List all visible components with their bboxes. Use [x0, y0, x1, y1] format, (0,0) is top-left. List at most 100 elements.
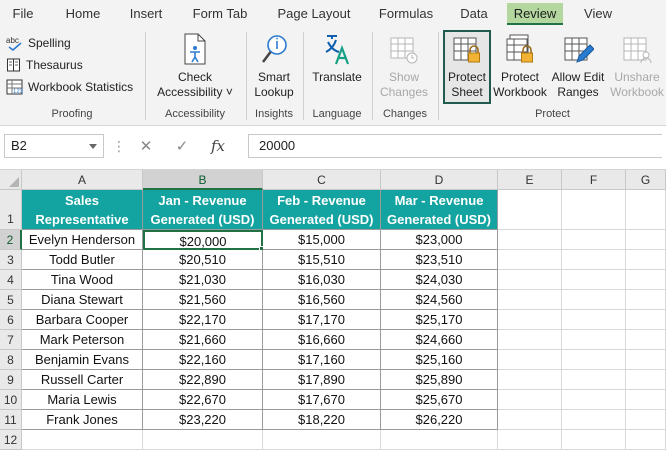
empty-cell[interactable] — [562, 250, 626, 270]
enter-icon[interactable]: ✓ — [164, 137, 200, 155]
column-header-e[interactable]: E — [498, 170, 562, 190]
spelling-button[interactable]: abc Spelling — [6, 34, 71, 52]
empty-cell[interactable] — [626, 230, 666, 250]
data-cell[interactable]: $25,160 — [381, 350, 498, 370]
header-cell-c[interactable]: Feb - Revenue Generated (USD) — [263, 190, 381, 230]
header-cell-b[interactable]: Jan - Revenue Generated (USD) — [143, 190, 263, 230]
empty-cell[interactable] — [143, 430, 263, 450]
header-cell-a[interactable]: Sales Representative — [22, 190, 143, 230]
column-header-c[interactable]: C — [263, 170, 381, 190]
formula-input[interactable]: 20000 — [248, 134, 662, 158]
empty-cell[interactable] — [498, 390, 562, 410]
unshare-workbook-button[interactable]: Unshare Workbook — [608, 32, 666, 100]
row-header-10[interactable]: 10 — [0, 390, 22, 410]
empty-cell[interactable] — [562, 370, 626, 390]
row-header-6[interactable]: 6 — [0, 310, 22, 330]
data-cell[interactable]: $26,220 — [381, 410, 498, 430]
data-cell[interactable]: $23,000 — [381, 230, 498, 250]
data-cell[interactable]: $23,510 — [381, 250, 498, 270]
data-cell[interactable]: Tina Wood — [22, 270, 143, 290]
thesaurus-button[interactable]: Thesaurus — [6, 56, 83, 74]
empty-cell[interactable] — [498, 290, 562, 310]
data-cell[interactable]: $21,660 — [143, 330, 263, 350]
column-header-g[interactable]: G — [626, 170, 666, 190]
empty-cell[interactable] — [626, 350, 666, 370]
empty-cell[interactable] — [263, 430, 381, 450]
tab-view[interactable]: View — [578, 3, 618, 25]
active-cell[interactable]: $20,000 — [143, 230, 263, 250]
data-cell[interactable]: $21,560 — [143, 290, 263, 310]
select-all-corner[interactable] — [0, 170, 22, 190]
data-cell[interactable]: $17,170 — [263, 310, 381, 330]
empty-cell[interactable] — [562, 410, 626, 430]
data-cell[interactable]: $17,160 — [263, 350, 381, 370]
empty-cell[interactable] — [498, 270, 562, 290]
tab-form-tab[interactable]: Form Tab — [186, 3, 254, 25]
data-cell[interactable]: $22,670 — [143, 390, 263, 410]
tab-home[interactable]: Home — [58, 3, 108, 25]
empty-cell[interactable] — [626, 310, 666, 330]
data-cell[interactable]: Evelyn Henderson — [22, 230, 143, 250]
tab-insert[interactable]: Insert — [122, 3, 170, 25]
workbook-statistics-button[interactable]: 123 Workbook Statistics — [6, 78, 133, 96]
empty-cell[interactable] — [498, 430, 562, 450]
empty-cell[interactable] — [562, 390, 626, 410]
empty-cell[interactable] — [626, 430, 666, 450]
insert-function-icon[interactable]: fx — [200, 137, 236, 155]
empty-cell[interactable] — [498, 310, 562, 330]
row-header-12[interactable]: 12 — [0, 430, 22, 450]
cancel-icon[interactable]: ✕ — [128, 137, 164, 155]
empty-cell[interactable] — [626, 250, 666, 270]
empty-cell[interactable] — [498, 410, 562, 430]
data-cell[interactable]: $22,890 — [143, 370, 263, 390]
data-cell[interactable]: Diana Stewart — [22, 290, 143, 310]
data-cell[interactable]: $21,030 — [143, 270, 263, 290]
data-cell[interactable]: $16,030 — [263, 270, 381, 290]
data-cell[interactable]: $23,220 — [143, 410, 263, 430]
empty-cell[interactable] — [498, 350, 562, 370]
name-box[interactable]: B2 — [4, 134, 104, 158]
tab-page-layout[interactable]: Page Layout — [272, 3, 356, 25]
data-cell[interactable]: $16,560 — [263, 290, 381, 310]
empty-cell[interactable] — [626, 190, 666, 230]
data-cell[interactable]: $17,890 — [263, 370, 381, 390]
row-header-3[interactable]: 3 — [0, 250, 22, 270]
empty-cell[interactable] — [562, 290, 626, 310]
data-cell[interactable]: Russell Carter — [22, 370, 143, 390]
empty-cell[interactable] — [626, 270, 666, 290]
tab-data[interactable]: Data — [454, 3, 494, 25]
data-cell[interactable]: $22,160 — [143, 350, 263, 370]
empty-cell[interactable] — [381, 430, 498, 450]
empty-cell[interactable] — [562, 330, 626, 350]
tab-review[interactable]: Review — [507, 3, 563, 25]
translate-button[interactable]: Translate — [308, 32, 366, 85]
data-cell[interactable]: $24,560 — [381, 290, 498, 310]
data-cell[interactable]: $15,510 — [263, 250, 381, 270]
row-header-8[interactable]: 8 — [0, 350, 22, 370]
empty-cell[interactable] — [562, 310, 626, 330]
data-cell[interactable]: $16,660 — [263, 330, 381, 350]
row-header-9[interactable]: 9 — [0, 370, 22, 390]
row-header-7[interactable]: 7 — [0, 330, 22, 350]
protect-sheet-button[interactable]: Protect Sheet — [443, 30, 491, 104]
data-cell[interactable]: Benjamin Evans — [22, 350, 143, 370]
tab-formulas[interactable]: Formulas — [372, 3, 440, 25]
row-header-1[interactable]: 1 — [0, 190, 22, 230]
data-cell[interactable]: $15,000 — [263, 230, 381, 250]
row-header-4[interactable]: 4 — [0, 270, 22, 290]
data-cell[interactable]: $20,510 — [143, 250, 263, 270]
data-cell[interactable]: $25,670 — [381, 390, 498, 410]
column-header-b[interactable]: B — [143, 170, 263, 190]
smart-lookup-button[interactable]: Smart Lookup — [250, 32, 298, 100]
tab-file[interactable]: File — [6, 3, 40, 25]
data-cell[interactable]: $25,170 — [381, 310, 498, 330]
data-cell[interactable]: $17,670 — [263, 390, 381, 410]
empty-cell[interactable] — [498, 230, 562, 250]
empty-cell[interactable] — [498, 330, 562, 350]
data-cell[interactable]: $18,220 — [263, 410, 381, 430]
empty-cell[interactable] — [626, 290, 666, 310]
empty-cell[interactable] — [626, 370, 666, 390]
empty-cell[interactable] — [498, 370, 562, 390]
empty-cell[interactable] — [626, 410, 666, 430]
empty-cell[interactable] — [498, 250, 562, 270]
